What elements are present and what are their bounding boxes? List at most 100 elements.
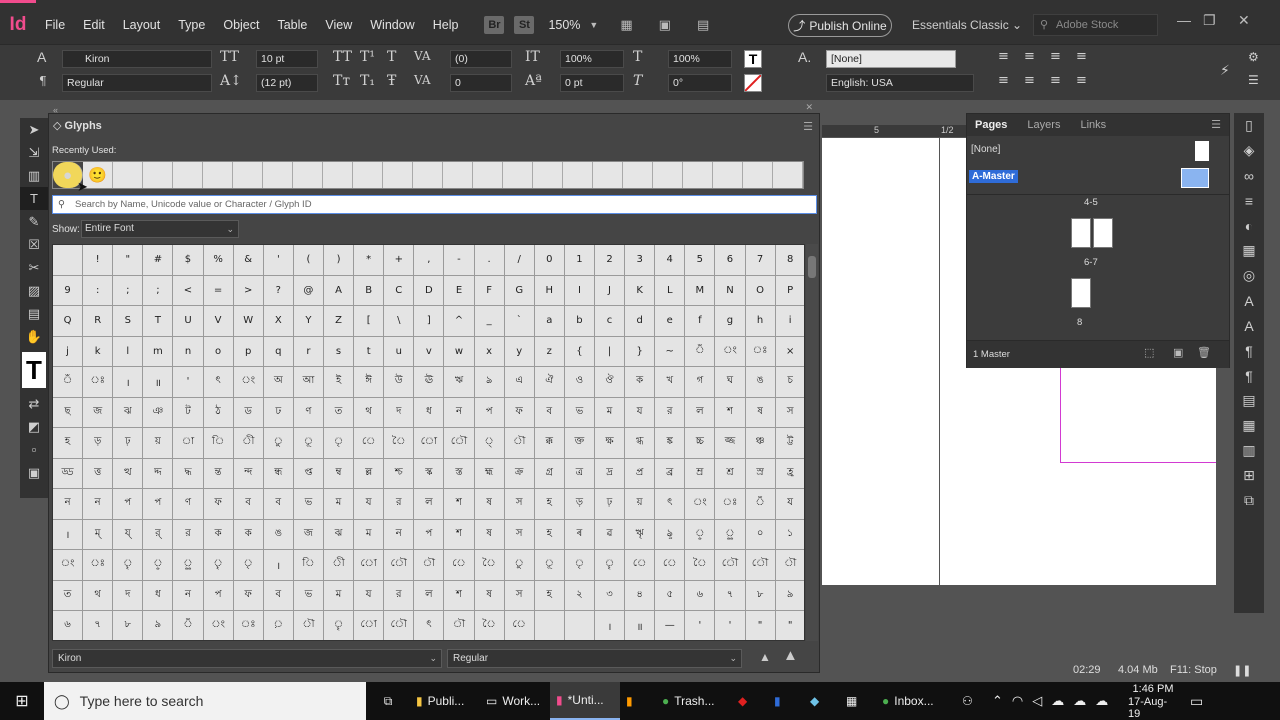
glyph-cell[interactable]: ৈ [384, 428, 415, 459]
glyph-cell[interactable]: I [564, 275, 595, 306]
menu-help[interactable]: Help [424, 0, 468, 50]
glyph-cell[interactable]: ু [504, 550, 535, 581]
collapse-icon[interactable]: « [53, 105, 58, 115]
glyph-cell[interactable]: ফ [233, 580, 264, 611]
glyph-cell[interactable]: 3 [625, 245, 656, 276]
character-mode-icon[interactable]: A [37, 49, 46, 65]
menu-object[interactable]: Object [214, 0, 268, 50]
glyph-cell[interactable]: ব [263, 580, 294, 611]
glyph-cell[interactable]: শ [715, 397, 746, 428]
apply-color-icon[interactable]: ▫ [20, 438, 48, 461]
taskbar-app-outlook[interactable]: ▮ [768, 682, 804, 720]
glyph-cell[interactable]: . [474, 245, 505, 276]
glyph-search-input[interactable]: ⚲ Search by Name, Unicode value or Chara… [52, 195, 817, 214]
glyph-cell[interactable]: d [625, 306, 656, 337]
glyph-cell[interactable]: - [444, 245, 475, 276]
menu-edit[interactable]: Edit [74, 0, 114, 50]
recent-slot[interactable] [743, 162, 773, 188]
menu-table[interactable]: Table [268, 0, 316, 50]
glyph-cell[interactable]: প্ত [293, 458, 324, 489]
glyph-cell[interactable]: z [534, 336, 565, 367]
adobe-stock-search[interactable]: ⚲ Adobe Stock [1033, 14, 1158, 36]
glyph-cell[interactable]: W [233, 306, 264, 337]
glyph-cell[interactable]: ড় [564, 489, 595, 520]
windows-start-icon[interactable]: ⊞ [0, 682, 44, 720]
glyph-cell[interactable]: ঃ [745, 336, 776, 367]
glyph-cell[interactable]: b [564, 306, 595, 337]
glyph-cell[interactable]: স [504, 519, 535, 550]
character-icon[interactable]: A [1234, 288, 1264, 313]
glyph-cell[interactable]: ৌ [444, 428, 475, 459]
glyph-cell[interactable]: । [595, 611, 626, 640]
glyph-cell[interactable]: ল [685, 397, 716, 428]
align-left-icon[interactable]: ≡ [998, 49, 1009, 64]
glyph-cell[interactable]: Y [293, 306, 324, 337]
zoom-chevron-icon[interactable]: ▼ [589, 20, 598, 30]
glyph-cell[interactable]: ব [263, 489, 294, 520]
scrollbar-thumb[interactable] [808, 256, 816, 278]
panel-menu-icon[interactable]: ☰ [1211, 118, 1221, 131]
paragraph-mode-icon[interactable]: ¶ [39, 74, 47, 88]
glyph-cell[interactable] [565, 611, 595, 640]
glyph-cell[interactable]: ৭ [715, 580, 746, 611]
glyph-cell[interactable]: য [625, 397, 656, 428]
glyph-cell[interactable]: শ [444, 519, 475, 550]
glyph-cell[interactable]: ধ [414, 397, 445, 428]
glyph-cell[interactable]: উ [384, 367, 415, 398]
glyph-cell[interactable]: ় [264, 611, 294, 640]
glyph-cell[interactable]: Z [323, 306, 355, 337]
glyph-cell[interactable]: ৌ [384, 550, 415, 581]
recent-slot[interactable] [683, 162, 713, 188]
layers-icon[interactable]: ◈ [1234, 138, 1264, 163]
glyph-cell[interactable]: প [474, 397, 505, 428]
glyph-cell[interactable]: 1 [564, 245, 595, 276]
glyph-cell[interactable]: ! [83, 245, 114, 276]
glyph-cell[interactable]: ২ [564, 580, 595, 611]
glyph-cell[interactable]: ৎ [203, 367, 234, 398]
taskbar-app-notes[interactable]: ◆ [804, 682, 840, 720]
glyph-cell[interactable]: ঔ [594, 367, 626, 398]
glyph-cell[interactable]: অ [263, 367, 294, 398]
glyph-cell[interactable]: ] [414, 306, 445, 337]
swap-colors-icon[interactable]: ⇄ [20, 392, 48, 415]
glyph-cell[interactable]: ৃ [233, 550, 264, 581]
recent-slot[interactable] [113, 162, 143, 188]
glyph-cell[interactable]: 0 [534, 245, 565, 276]
taskbar-app-chrome-inbox[interactable]: ● Inbox... [876, 682, 956, 720]
taskbar-search[interactable]: ◯ Type here to search [44, 682, 366, 720]
glyph-cell[interactable]: j [53, 336, 84, 367]
glyph-cell[interactable]: ১ [775, 520, 804, 550]
glyph-cell[interactable]: ভ [564, 397, 595, 428]
glyph-cell[interactable]: = [203, 275, 234, 306]
glyph-cell[interactable]: গ [685, 367, 716, 398]
page-thumb[interactable] [1093, 218, 1113, 248]
glyph-cell[interactable]: p [233, 336, 264, 367]
recent-slot[interactable] [503, 162, 533, 188]
glyph-cell[interactable]: ক [233, 519, 264, 550]
clock[interactable]: 1:46 PM 17-Aug-19 [1122, 682, 1184, 720]
superscript-icon[interactable]: T¹ [360, 49, 375, 65]
glyph-cell[interactable]: শ্র [715, 458, 746, 489]
recent-slot[interactable] [593, 162, 623, 188]
glyph-cell[interactable]: ব [233, 489, 264, 520]
glyph-cell[interactable]: ই [323, 367, 355, 398]
glyph-cell[interactable]: ৌ [745, 550, 776, 581]
stroke-icon[interactable]: ≡ [1234, 188, 1264, 213]
align-icon[interactable]: ⊞ [1234, 463, 1264, 488]
glyph-cell[interactable]: % [203, 245, 234, 276]
glyph-cell[interactable]: { [564, 336, 595, 367]
align-center-icon[interactable]: ≡ [1024, 49, 1035, 64]
glyph-cell[interactable]: র্ [143, 519, 174, 550]
a-master-item[interactable]: A-Master [969, 170, 1018, 183]
tab-pages[interactable]: Pages [975, 119, 1007, 131]
glyph-cell[interactable]: গ্ধ [625, 428, 656, 459]
glyph-cell[interactable]: ঠ [203, 397, 234, 428]
glyph-cell[interactable]: ৈ [685, 550, 716, 581]
glyph-cell[interactable]: ঌ [474, 367, 505, 398]
glyph-cell[interactable]: থ [354, 397, 385, 428]
glyph-cell[interactable]: ম [323, 580, 355, 611]
close-icon[interactable]: ✕ [1238, 12, 1250, 29]
glyph-cell[interactable]: ৗ [775, 550, 804, 581]
glyph-cell[interactable]: O [745, 275, 776, 306]
glyph-cell[interactable]: R [83, 306, 114, 337]
